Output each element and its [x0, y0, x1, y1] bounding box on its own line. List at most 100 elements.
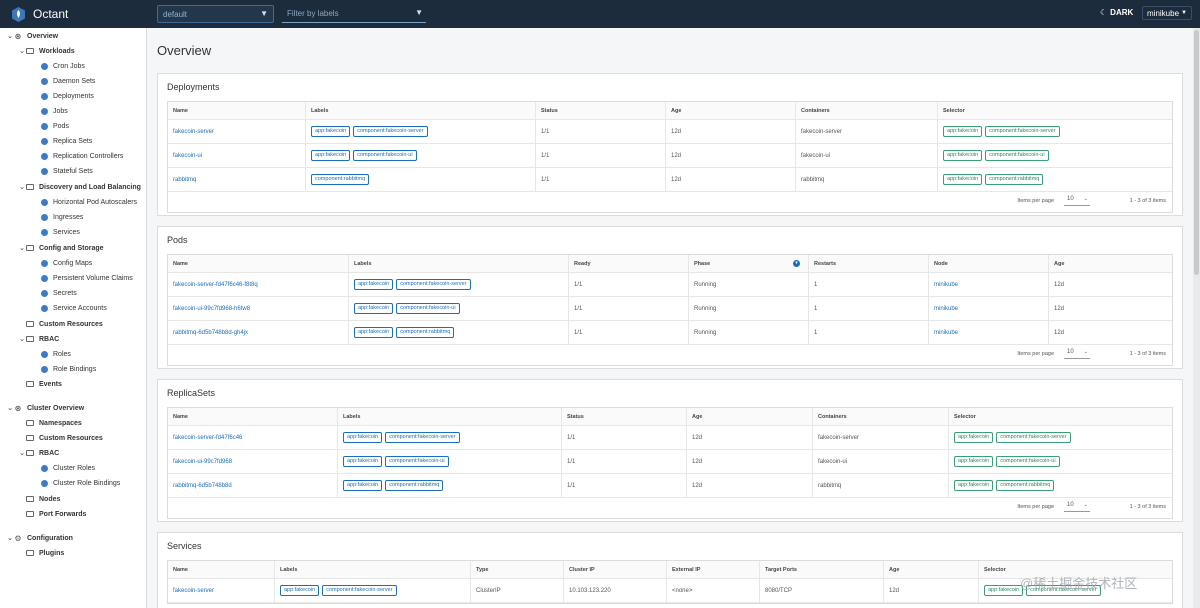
sidebar-item-discovery[interactable]: ⌄ Discovery and Load Balancing [18, 180, 141, 194]
label-chip[interactable]: app:fakecoin [354, 327, 394, 338]
sidebar-item-cluster-overview[interactable]: ⌄ ⊛ Cluster Overview [6, 401, 84, 415]
sidebar-item-cluster-roles[interactable]: Cluster Roles [40, 461, 95, 475]
sidebar-item-nodes[interactable]: Nodes [26, 492, 60, 506]
column-header[interactable]: Age [665, 102, 795, 119]
label-chip[interactable]: component:rabbitmq [385, 480, 444, 491]
context-select[interactable]: minikube ▼ [1142, 6, 1192, 20]
replicaset-name-link[interactable]: fakecoin-ui-99c7fd968 [173, 459, 232, 465]
deployment-name-link[interactable]: fakecoin-ui [173, 153, 202, 159]
label-chip[interactable]: app:fakecoin [280, 585, 320, 596]
selector-chip[interactable]: app:fakecoin [984, 585, 1024, 596]
selector-chip[interactable]: component:fakecoin-ui [985, 150, 1049, 161]
selector-chip[interactable]: component:fakecoin-server [985, 126, 1060, 137]
column-header[interactable]: Labels [348, 255, 568, 272]
namespace-select[interactable]: default ▼ [157, 5, 274, 23]
column-header[interactable]: Name [168, 408, 337, 425]
column-header[interactable]: Labels [274, 561, 470, 578]
sidebar-item-overview[interactable]: ⌄ ⊛ Overview [6, 29, 58, 43]
column-header[interactable]: Containers [795, 102, 937, 119]
column-header[interactable]: Containers [812, 408, 948, 425]
label-filter-input[interactable]: Filter by labels ▼ [282, 5, 426, 23]
label-chip[interactable]: app:fakecoin [343, 480, 383, 491]
sidebar-item-service-accounts[interactable]: Service Accounts [40, 301, 107, 315]
sidebar-item-cron-jobs[interactable]: Cron Jobs [40, 59, 85, 73]
sidebar-item-events[interactable]: Events [26, 377, 62, 391]
deployment-name-link[interactable]: fakecoin-server [173, 129, 214, 135]
column-header[interactable]: Target Ports [759, 561, 883, 578]
sidebar-item-pods[interactable]: Pods [40, 119, 69, 133]
label-chip[interactable]: app:fakecoin [343, 456, 383, 467]
sidebar-item-replica-sets[interactable]: Replica Sets [40, 134, 92, 148]
selector-chip[interactable]: app:fakecoin [943, 174, 983, 185]
per-page-select[interactable]: 10 ⌄ [1064, 502, 1090, 512]
service-name-link[interactable]: fakecoin-server [173, 588, 214, 594]
sidebar-item-replication-controllers[interactable]: Replication Controllers [40, 149, 123, 163]
label-chip[interactable]: app:fakecoin [354, 279, 394, 290]
deployment-name-link[interactable]: rabbitmq [173, 177, 196, 183]
column-header[interactable]: Cluster IP [563, 561, 666, 578]
label-chip[interactable]: component:fakecoin-server [322, 585, 397, 596]
replicaset-name-link[interactable]: fakecoin-server-fd47f6c46 [173, 435, 242, 441]
label-chip[interactable]: component:rabbitmq [396, 327, 455, 338]
brand[interactable]: Octant [0, 6, 150, 22]
label-chip[interactable]: app:fakecoin [354, 303, 394, 314]
label-chip[interactable]: app:fakecoin [311, 150, 351, 161]
column-header[interactable]: Status [535, 102, 665, 119]
sidebar-item-pvc[interactable]: Persistent Volume Claims [40, 271, 133, 285]
label-chip[interactable]: component:fakecoin-ui [385, 456, 449, 467]
selector-chip[interactable]: app:fakecoin [954, 432, 994, 443]
column-header[interactable]: Age [883, 561, 978, 578]
sidebar-item-deployments[interactable]: Deployments [40, 89, 94, 103]
pod-name-link[interactable]: fakecoin-ui-99c7fd968-h6tw8 [173, 306, 250, 312]
sidebar-item-secrets[interactable]: Secrets [40, 286, 77, 300]
sidebar-item-configuration[interactable]: ⌄ ⚙ Configuration [6, 531, 73, 545]
label-chip[interactable]: app:fakecoin [311, 126, 351, 137]
column-header[interactable]: Age [1048, 255, 1174, 272]
sidebar-item-plugins[interactable]: Plugins [26, 546, 64, 560]
sidebar-item-cluster-rbac[interactable]: ⌄ RBAC [18, 446, 59, 460]
sidebar-item-services[interactable]: Services [40, 225, 80, 239]
selector-chip[interactable]: component:rabbitmq [985, 174, 1044, 185]
selector-chip[interactable]: app:fakecoin [954, 456, 994, 467]
label-chip[interactable]: app:fakecoin [343, 432, 383, 443]
sidebar-item-rbac[interactable]: ⌄ RBAC [18, 332, 59, 346]
label-chip[interactable]: component:fakecoin-ui [396, 303, 460, 314]
label-chip[interactable]: component:fakecoin-server [353, 126, 428, 137]
column-header[interactable]: Restarts [808, 255, 928, 272]
column-header[interactable]: Labels [337, 408, 561, 425]
sidebar-item-daemon-sets[interactable]: Daemon Sets [40, 74, 95, 88]
sidebar-item-role-bindings[interactable]: Role Bindings [40, 362, 96, 376]
node-link[interactable]: minikube [934, 330, 958, 336]
label-chip[interactable]: component:fakecoin-server [396, 279, 471, 290]
selector-chip[interactable]: app:fakecoin [943, 126, 983, 137]
pod-name-link[interactable]: rabbitmq-6d5b748b8d-gh4jx [173, 330, 248, 336]
sidebar-item-hpa[interactable]: Horizontal Pod Autoscalers [40, 195, 137, 209]
column-header[interactable]: Name [168, 255, 348, 272]
replicaset-name-link[interactable]: rabbitmq-6d5b748b8d [173, 483, 232, 489]
per-page-select[interactable]: 10 ⌄ [1064, 196, 1090, 206]
selector-chip[interactable]: app:fakecoin [954, 480, 994, 491]
column-header[interactable]: Name [168, 561, 274, 578]
sidebar-item-stateful-sets[interactable]: Stateful Sets [40, 164, 93, 178]
scrollbar-thumb[interactable] [1194, 30, 1199, 275]
column-header[interactable]: Type [470, 561, 563, 578]
column-header[interactable]: Selector [948, 408, 1174, 425]
label-chip[interactable]: component:rabbitmq [311, 174, 370, 185]
column-header[interactable]: Selector [937, 102, 1174, 119]
selector-chip[interactable]: component:fakecoin-ui [996, 456, 1060, 467]
theme-toggle-button[interactable]: ☾ DARK [1100, 8, 1133, 17]
column-header[interactable]: Name [168, 102, 305, 119]
sidebar-item-config-maps[interactable]: Config Maps [40, 256, 92, 270]
column-header[interactable]: Labels [305, 102, 535, 119]
label-chip[interactable]: component:fakecoin-server [385, 432, 460, 443]
label-chip[interactable]: component:fakecoin-ui [353, 150, 417, 161]
column-header[interactable]: Status [561, 408, 686, 425]
sidebar-item-jobs[interactable]: Jobs [40, 104, 68, 118]
filter-icon[interactable]: ▾ [793, 260, 800, 267]
sidebar-item-namespaces[interactable]: Namespaces [26, 416, 82, 430]
pod-name-link[interactable]: fakecoin-server-fd47f6c46-f8t8q [173, 282, 258, 288]
sidebar-item-custom-resources[interactable]: Custom Resources [26, 317, 103, 331]
column-header[interactable]: Age [686, 408, 812, 425]
node-link[interactable]: minikube [934, 282, 958, 288]
column-header[interactable]: Ready [568, 255, 688, 272]
